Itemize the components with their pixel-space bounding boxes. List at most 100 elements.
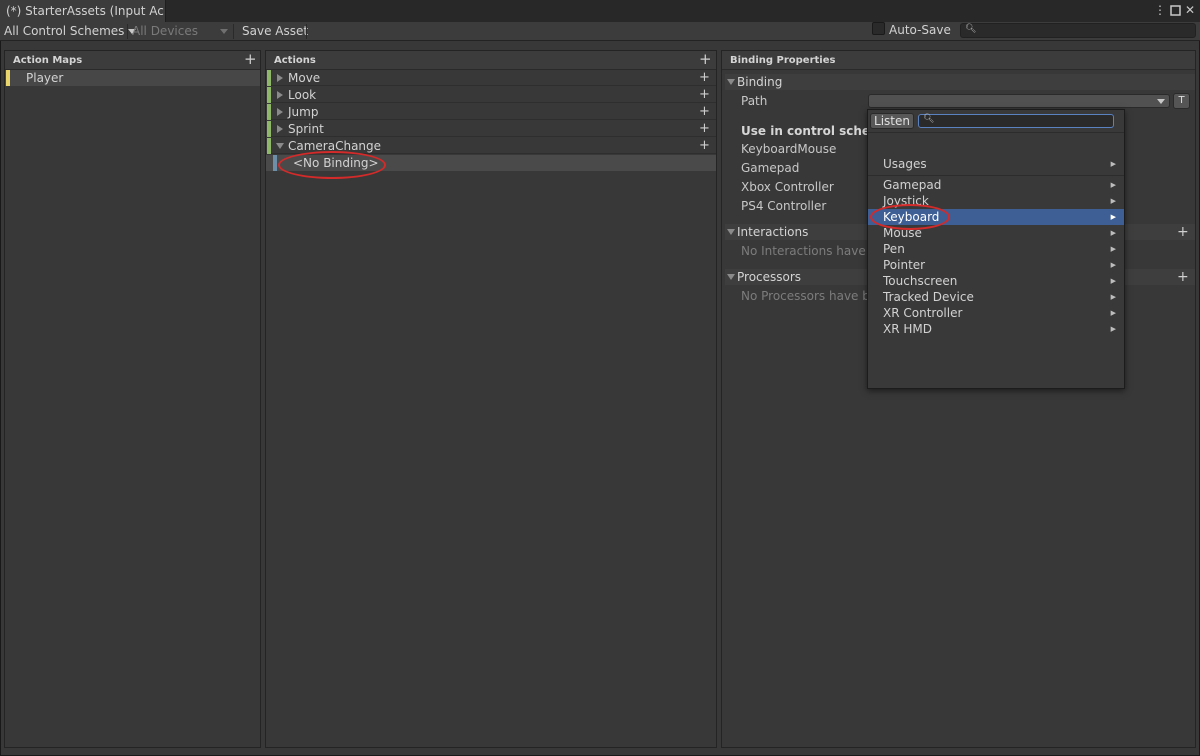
add-interaction-icon[interactable]: +: [1177, 225, 1189, 239]
submenu-arrow-icon: ▶: [1110, 293, 1116, 301]
control-schemes-label: All Control Schemes: [4, 24, 125, 38]
close-icon[interactable]: ✕: [1183, 3, 1197, 17]
scheme-xbox-controller[interactable]: Xbox Controller: [741, 180, 834, 194]
action-map-color-strip: [6, 70, 10, 86]
title-bar: (*) StarterAssets (Input Ac... ⋮ ✕: [0, 0, 1200, 22]
action-label: Move: [288, 71, 321, 85]
action-map-item-player[interactable]: Player: [5, 70, 260, 86]
add-binding-icon[interactable]: +: [699, 122, 710, 135]
action-color-strip: [267, 121, 271, 137]
submenu-arrow-icon: ▶: [1110, 245, 1116, 253]
binding-properties-title: Binding Properties: [730, 55, 836, 66]
submenu-arrow-icon: ▶: [1110, 309, 1116, 317]
submenu-arrow-icon: ▶: [1110, 213, 1116, 221]
path-picker-popup: Listen 🔍︎ Usages ▶ Gamepad ▶ Joystick ▶ Key…: [867, 109, 1125, 389]
action-item-move[interactable]: Move +: [266, 70, 716, 86]
processors-empty-text: No Processors have bee: [741, 289, 885, 303]
divider: [868, 132, 1124, 133]
menu-item-usages[interactable]: Usages ▶: [868, 156, 1124, 172]
auto-save-label: Auto-Save: [889, 23, 951, 37]
divider: [306, 24, 307, 39]
search-icon: 🔍︎: [923, 114, 935, 124]
menu-item-label: Pen: [883, 242, 905, 256]
scheme-gamepad[interactable]: Gamepad: [741, 161, 799, 175]
chevron-down-icon: [220, 29, 228, 34]
actions-header: Actions: [266, 51, 716, 70]
binding-section-title: Binding: [737, 75, 783, 89]
action-item-look[interactable]: Look +: [266, 87, 716, 103]
save-asset-button[interactable]: Save Asset: [237, 22, 313, 41]
menu-item-xr-controller[interactable]: XR Controller ▶: [868, 305, 1124, 321]
add-processor-icon[interactable]: +: [1177, 270, 1189, 284]
text-mode-label: T: [1178, 95, 1185, 106]
devices-dropdown[interactable]: All Devices: [128, 22, 232, 41]
divider: [233, 24, 234, 39]
path-label: Path: [741, 94, 768, 108]
listen-button[interactable]: Listen: [870, 113, 914, 129]
window-tab[interactable]: (*) StarterAssets (Input Ac...: [0, 0, 166, 22]
binding-section-header[interactable]: Binding: [725, 74, 1195, 90]
submenu-arrow-icon: ▶: [1110, 160, 1116, 168]
menu-item-xr-hmd[interactable]: XR HMD ▶: [868, 321, 1124, 337]
devices-label: All Devices: [132, 24, 198, 38]
action-label: Sprint: [288, 122, 324, 136]
binding-properties-header: Binding Properties: [722, 51, 1195, 70]
binding-color-strip: [273, 155, 277, 171]
scheme-keyboardmouse[interactable]: KeyboardMouse: [741, 142, 836, 156]
action-label: Jump: [288, 105, 319, 119]
path-dropdown[interactable]: [868, 94, 1170, 108]
submenu-arrow-icon: ▶: [1110, 325, 1116, 333]
expand-arrow-icon[interactable]: [277, 74, 283, 82]
processors-section-title: Processors: [737, 270, 802, 284]
kebab-menu-icon[interactable]: ⋮: [1153, 3, 1167, 17]
annotation-ellipse: [278, 151, 386, 179]
action-item-jump[interactable]: Jump +: [266, 104, 716, 120]
expand-arrow-icon[interactable]: [277, 125, 283, 133]
menu-item-label: Usages: [883, 157, 927, 171]
chevron-down-icon: [1157, 99, 1165, 104]
add-binding-icon[interactable]: +: [699, 105, 710, 118]
menu-item-pen[interactable]: Pen ▶: [868, 241, 1124, 257]
submenu-arrow-icon: ▶: [1110, 197, 1116, 205]
expand-arrow-icon[interactable]: [277, 108, 283, 116]
menu-item-label: XR HMD: [883, 322, 932, 336]
path-search-input[interactable]: 🔍︎: [918, 114, 1114, 128]
expand-arrow-icon[interactable]: [277, 91, 283, 99]
action-color-strip: [267, 104, 271, 120]
action-item-sprint[interactable]: Sprint +: [266, 121, 716, 137]
scheme-ps4-controller[interactable]: PS4 Controller: [741, 199, 826, 213]
divider: [868, 175, 1124, 176]
actions-title: Actions: [274, 55, 316, 66]
add-binding-icon[interactable]: +: [699, 71, 710, 84]
text-mode-button[interactable]: T: [1173, 93, 1190, 109]
add-binding-icon[interactable]: +: [699, 139, 710, 152]
submenu-arrow-icon: ▶: [1110, 277, 1116, 285]
control-schemes-dropdown[interactable]: All Control Schemes: [0, 22, 140, 41]
menu-item-tracked-device[interactable]: Tracked Device ▶: [868, 289, 1124, 305]
menu-item-pointer[interactable]: Pointer ▶: [868, 257, 1124, 273]
save-asset-label: Save Asset: [242, 24, 309, 38]
toolbar-search-input[interactable]: 🔍︎: [960, 23, 1196, 38]
collapse-arrow-icon[interactable]: [727, 274, 735, 280]
action-maps-header: Action Maps: [5, 51, 260, 70]
add-action-map-icon[interactable]: +: [244, 52, 257, 67]
collapse-arrow-icon[interactable]: [727, 79, 735, 85]
auto-save-checkbox[interactable]: [872, 22, 885, 35]
collapse-arrow-icon[interactable]: [276, 143, 284, 149]
menu-item-gamepad[interactable]: Gamepad ▶: [868, 177, 1124, 193]
action-map-label: Player: [26, 71, 64, 85]
menu-item-label: Touchscreen: [883, 274, 958, 288]
submenu-arrow-icon: ▶: [1110, 229, 1116, 237]
collapse-arrow-icon[interactable]: [727, 229, 735, 235]
interactions-section-title: Interactions: [737, 225, 809, 239]
action-label: Look: [288, 88, 317, 102]
action-maps-title: Action Maps: [13, 55, 83, 66]
interactions-empty-text: No Interactions have be: [741, 244, 885, 258]
menu-item-label: Tracked Device: [883, 290, 974, 304]
menu-item-touchscreen[interactable]: Touchscreen ▶: [868, 273, 1124, 289]
menu-item-label: XR Controller: [883, 306, 963, 320]
menu-item-label: Pointer: [883, 258, 926, 272]
add-action-icon[interactable]: +: [699, 52, 712, 67]
add-binding-icon[interactable]: +: [699, 88, 710, 101]
maximize-icon[interactable]: [1168, 3, 1182, 17]
